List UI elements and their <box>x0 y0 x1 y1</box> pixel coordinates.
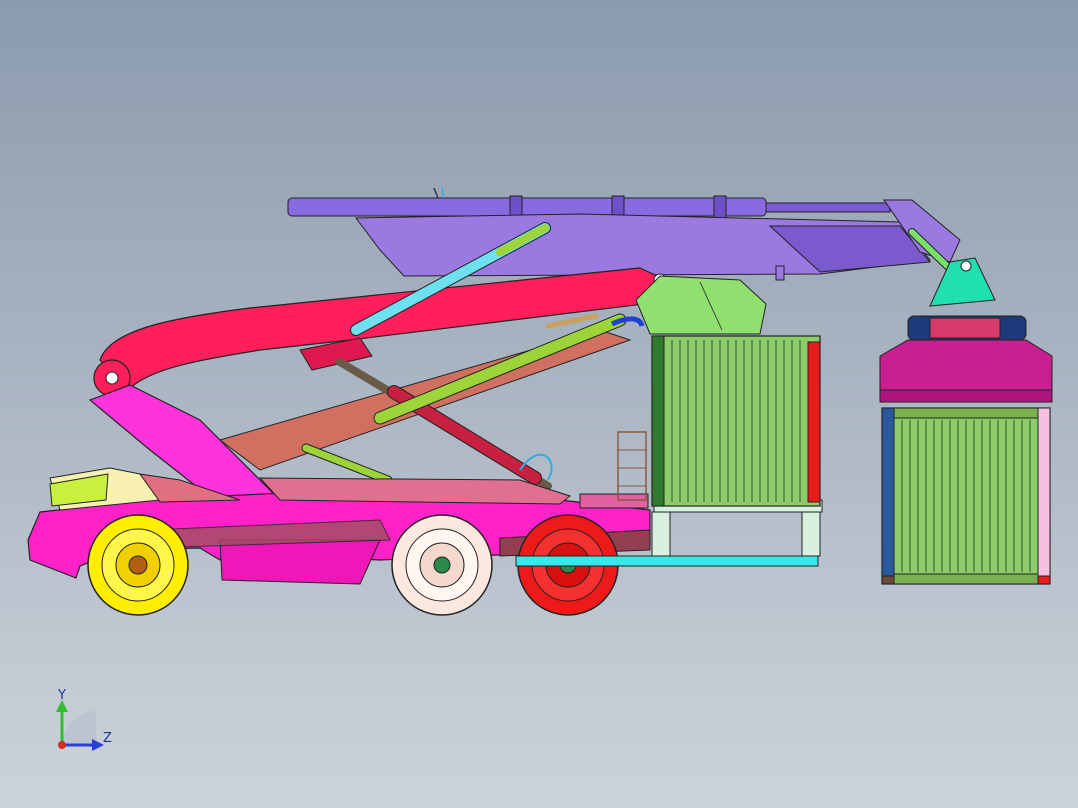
cad-viewport[interactable]: Y Z <box>0 0 1078 808</box>
spreader-head[interactable] <box>879 257 1053 403</box>
hanging-container[interactable] <box>881 407 1051 585</box>
ladder <box>617 431 647 501</box>
y-axis-label: Y <box>58 688 66 703</box>
axis-triad <box>56 700 104 751</box>
container-handler-truck-model[interactable] <box>0 0 1078 808</box>
front-wheel[interactable] <box>87 514 189 616</box>
boom-head-housing[interactable] <box>635 275 767 335</box>
upper-telescopic-boom[interactable] <box>287 187 961 281</box>
middle-wheel[interactable] <box>391 514 493 616</box>
z-axis-label: Z <box>103 731 112 746</box>
container-on-truck[interactable] <box>651 335 821 507</box>
